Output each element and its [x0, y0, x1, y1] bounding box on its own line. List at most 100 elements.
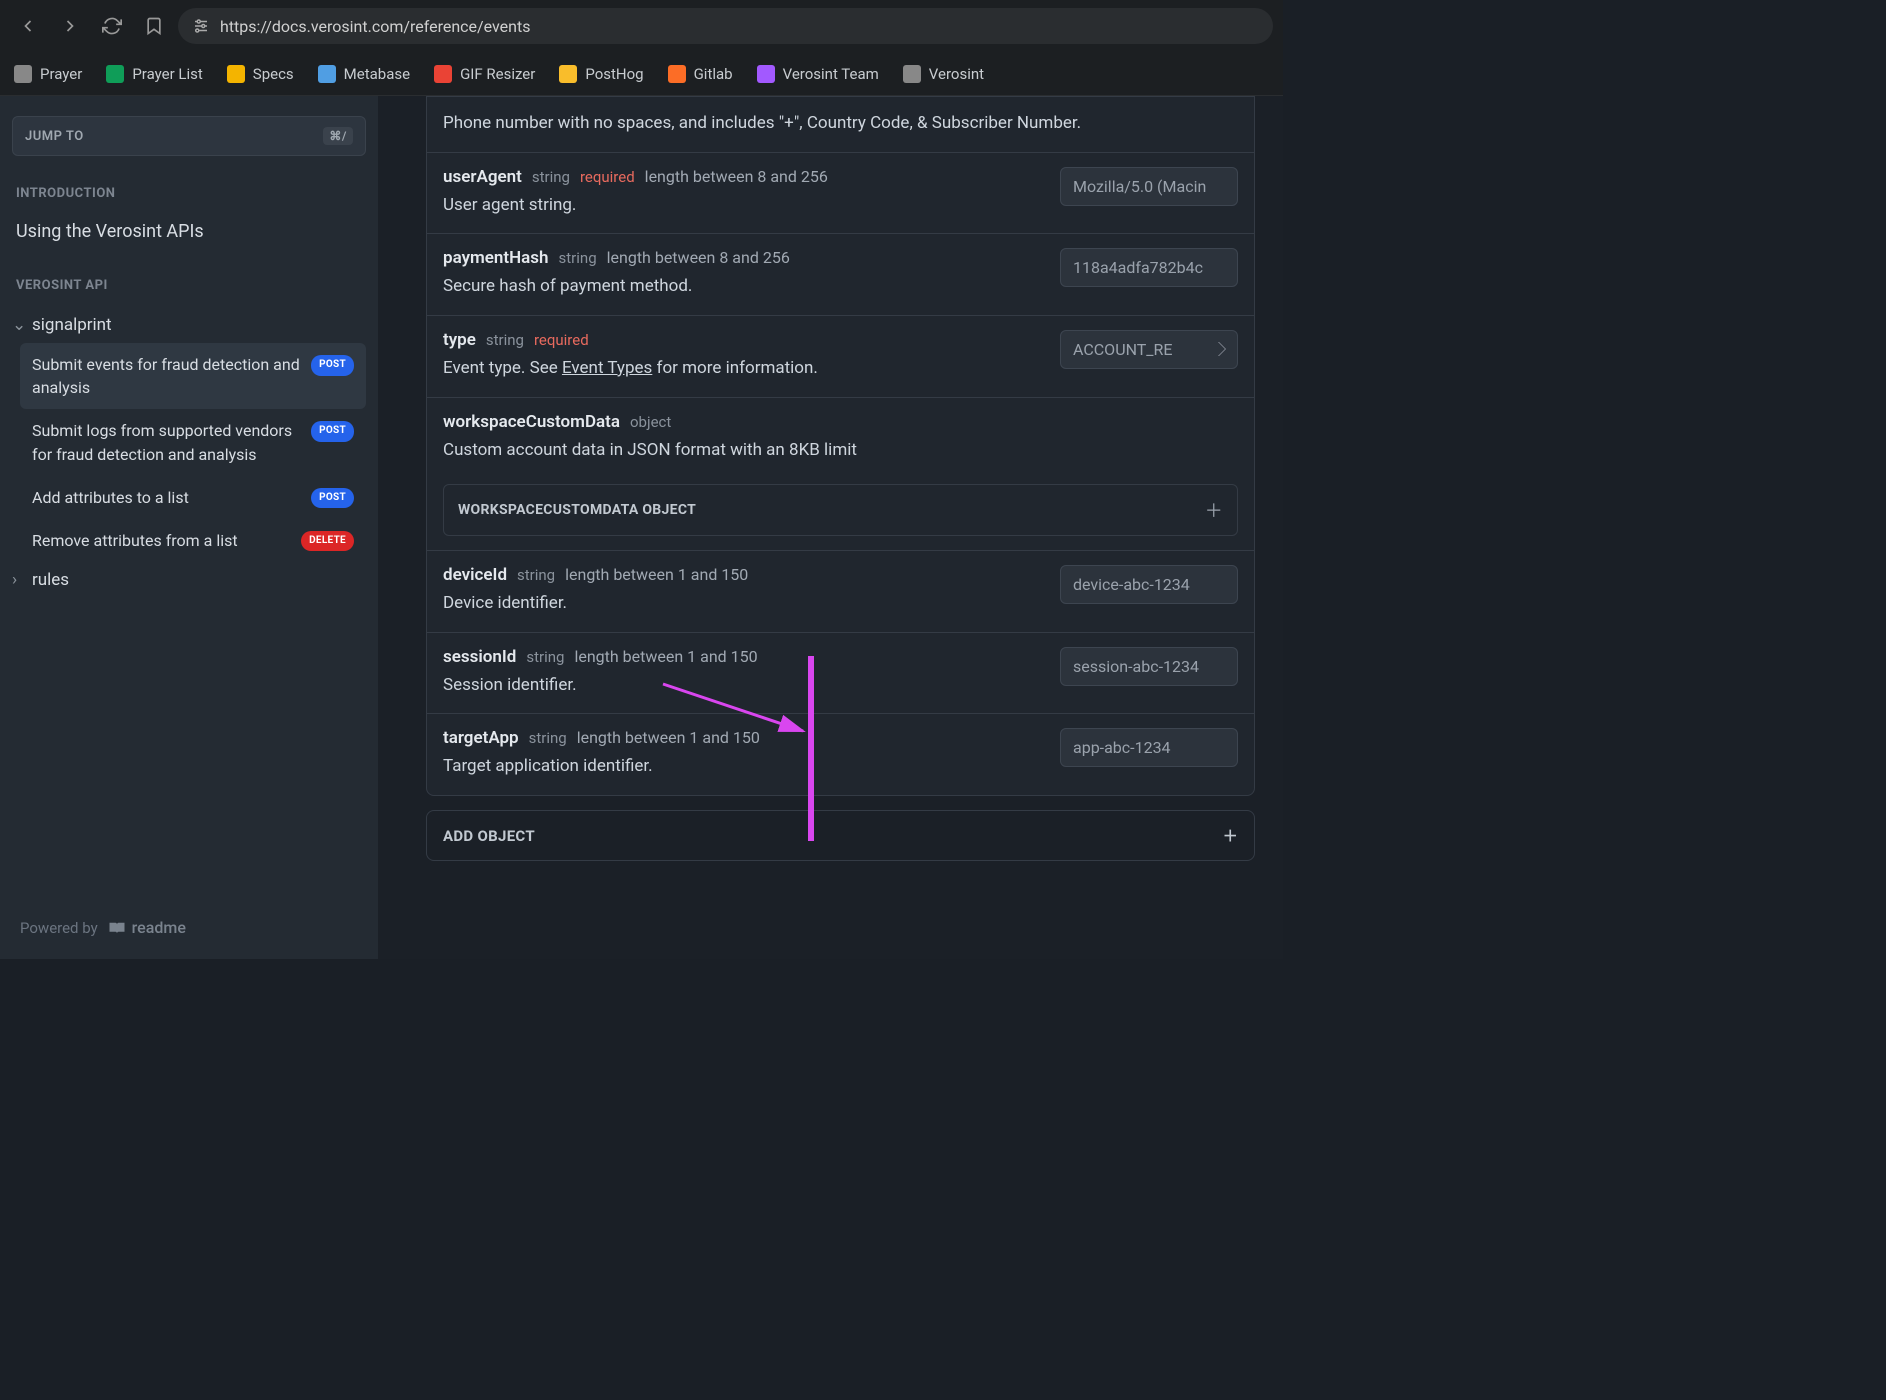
nav-group-signalprint[interactable]: ⌄ signalprint — [12, 307, 366, 343]
nav-item-label: Submit events for fraud detection and an… — [32, 353, 301, 399]
plus-icon: ＋ — [1223, 825, 1238, 846]
favicon — [14, 65, 32, 83]
parameters-list: Phone number with no spaces, and include… — [426, 96, 1255, 796]
plus-icon: ＋ — [1205, 497, 1223, 523]
param-constraint: length between 1 and 150 — [577, 728, 760, 747]
powered-by: Powered by readme — [12, 900, 366, 947]
param-name: targetApp — [443, 728, 519, 748]
favicon — [668, 65, 686, 83]
param-type: object — [630, 413, 671, 431]
bookmark-gif-resizer[interactable]: GIF Resizer — [434, 65, 535, 83]
nav-group-label: rules — [32, 570, 69, 590]
bookmark-prayer[interactable]: Prayer — [14, 65, 82, 83]
bookmark-label: Specs — [253, 65, 294, 83]
param-constraint: length between 1 and 150 — [565, 565, 748, 584]
chevron-right-icon: › — [12, 570, 26, 590]
param-description: Target application identifier. — [443, 754, 1044, 779]
param-name: deviceId — [443, 565, 507, 585]
method-badge: POST — [311, 355, 354, 376]
bookmark-verosint-team[interactable]: Verosint Team — [757, 65, 879, 83]
url-text: https://docs.verosint.com/reference/even… — [220, 17, 530, 36]
sidebar: JUMP TO ⌘/ INTRODUCTION Using the Verosi… — [0, 96, 378, 959]
favicon — [757, 65, 775, 83]
jump-to-label: JUMP TO — [25, 129, 84, 144]
param-row-userAgent: userAgentstringrequiredlength between 8 … — [427, 152, 1254, 234]
back-button[interactable] — [10, 8, 46, 44]
param-input-targetApp[interactable] — [1060, 728, 1238, 767]
add-object-label: ADD OBJECT — [443, 827, 535, 845]
bookmark-label: Prayer — [40, 65, 82, 83]
method-badge: DELETE — [301, 531, 354, 552]
param-description: Device identifier. — [443, 591, 1044, 616]
method-badge: POST — [311, 421, 354, 442]
param-description: Session identifier. — [443, 673, 1044, 698]
expand-workspaceCustomData[interactable]: WORKSPACECUSTOMDATA OBJECT ＋ — [443, 484, 1238, 536]
param-required: required — [580, 168, 635, 186]
param-row-desc: Phone number with no spaces, and include… — [427, 97, 1254, 152]
param-select-type[interactable]: ACCOUNT_RE — [1060, 330, 1238, 369]
param-name: workspaceCustomData — [443, 412, 620, 432]
method-badge: POST — [311, 488, 354, 509]
readme-link[interactable]: readme — [108, 918, 186, 937]
favicon — [903, 65, 921, 83]
bookmark-label: Prayer List — [132, 65, 202, 83]
bookmark-posthog[interactable]: PostHog — [559, 65, 643, 83]
bookmark-label: Gitlab — [694, 65, 733, 83]
param-name: sessionId — [443, 647, 516, 667]
jump-to-search[interactable]: JUMP TO ⌘/ — [12, 116, 366, 156]
param-type: string — [486, 331, 524, 349]
nav-using-apis[interactable]: Using the Verosint APIs — [12, 215, 366, 248]
bookmark-label: GIF Resizer — [460, 65, 535, 83]
jump-to-shortcut: ⌘/ — [323, 127, 353, 145]
bookmarks-bar: Prayer Prayer List Specs Metabase GIF Resize… — [0, 52, 1283, 96]
param-input-deviceId[interactable] — [1060, 565, 1238, 604]
nav-item[interactable]: Submit logs from supported vendors for f… — [20, 409, 366, 475]
param-row-targetApp: targetAppstringlength between 1 and 150T… — [427, 713, 1254, 795]
param-name: paymentHash — [443, 248, 549, 268]
param-input-paymentHash[interactable] — [1060, 248, 1238, 287]
param-description: User agent string. — [443, 193, 1044, 218]
nav-item[interactable]: Add attributes to a list POST — [20, 476, 366, 519]
bookmark-verosint[interactable]: Verosint — [903, 65, 984, 83]
bookmark-icon — [144, 16, 164, 36]
chevron-down-icon: ⌄ — [12, 315, 26, 335]
param-input-sessionId[interactable] — [1060, 647, 1238, 686]
nav-group-label: signalprint — [32, 315, 112, 335]
favicon — [559, 65, 577, 83]
expand-label: WORKSPACECUSTOMDATA OBJECT — [458, 502, 696, 518]
nav-item[interactable]: Remove attributes from a list DELETE — [20, 519, 366, 562]
site-settings-icon — [192, 17, 210, 35]
param-row-sessionId: sessionIdstringlength between 1 and 150S… — [427, 632, 1254, 714]
nav-item-label: Submit logs from supported vendors for f… — [32, 419, 301, 465]
main-content: Phone number with no spaces, and include… — [378, 96, 1283, 959]
bookmark-gitlab[interactable]: Gitlab — [668, 65, 733, 83]
chevron-right-icon — [60, 16, 80, 36]
reload-button[interactable] — [94, 8, 130, 44]
param-type: string — [517, 566, 555, 584]
nav-item-label: Remove attributes from a list — [32, 529, 238, 552]
nav-group-rules[interactable]: › rules — [12, 562, 366, 598]
favicon — [318, 65, 336, 83]
nav-item-label: Add attributes to a list — [32, 486, 189, 509]
param-constraint: length between 8 and 256 — [645, 167, 828, 186]
param-row-paymentHash: paymentHashstringlength between 8 and 25… — [427, 233, 1254, 315]
param-row-workspaceCustomData: workspaceCustomDataobjectCustom account … — [427, 397, 1254, 479]
bookmark-metabase[interactable]: Metabase — [318, 65, 410, 83]
bookmark-button[interactable] — [136, 8, 172, 44]
param-constraint: length between 8 and 256 — [607, 248, 790, 267]
bookmark-specs[interactable]: Specs — [227, 65, 294, 83]
param-input-userAgent[interactable] — [1060, 167, 1238, 206]
param-type: string — [526, 648, 564, 666]
param-description: Event type. See Event Types for more inf… — [443, 356, 1044, 381]
param-name: userAgent — [443, 167, 522, 187]
address-bar[interactable]: https://docs.verosint.com/reference/even… — [178, 8, 1273, 44]
param-row-deviceId: deviceId string length between 1 and 150 De… — [427, 550, 1254, 632]
param-description: Phone number with no spaces, and include… — [443, 111, 1238, 136]
add-object-button[interactable]: ADD OBJECT ＋ — [426, 810, 1255, 861]
param-row-type: typestringrequiredEvent type. See Event … — [427, 315, 1254, 397]
bookmark-label: Metabase — [344, 65, 410, 83]
nav-item[interactable]: Submit events for fraud detection and an… — [20, 343, 366, 409]
bookmark-label: Verosint Team — [783, 65, 879, 83]
bookmark-prayer-list[interactable]: Prayer List — [106, 65, 202, 83]
forward-button[interactable] — [52, 8, 88, 44]
